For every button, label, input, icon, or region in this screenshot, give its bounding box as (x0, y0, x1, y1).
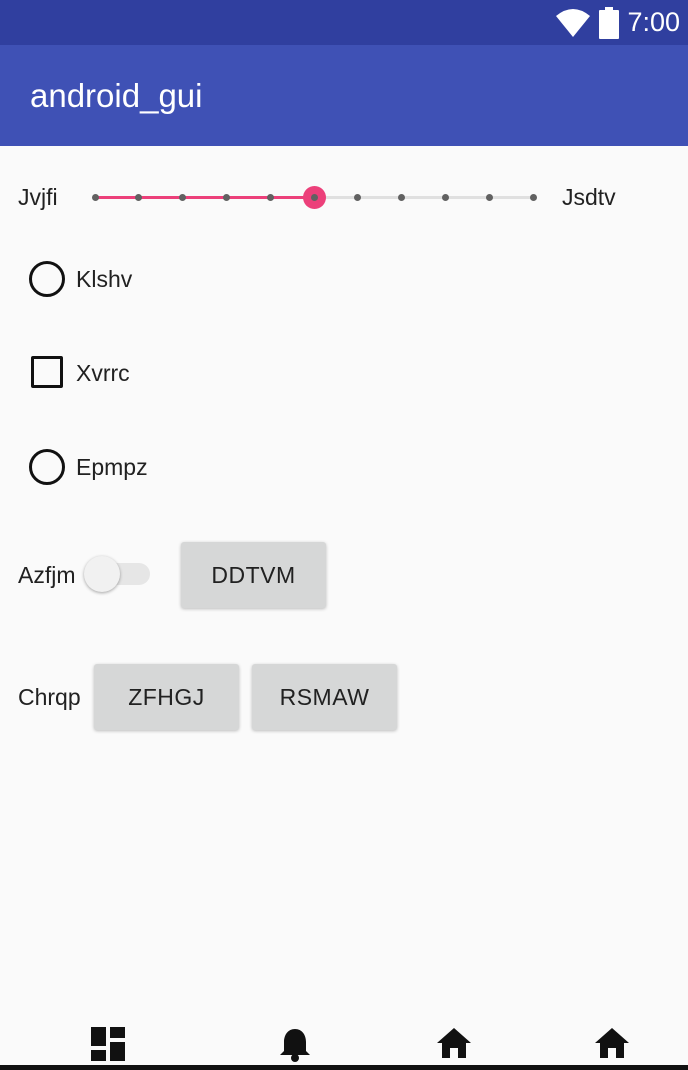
slider-tick (179, 194, 187, 201)
slider-tick (135, 194, 143, 201)
zfhgj-button[interactable]: ZFHGJ (94, 664, 239, 730)
app-bar: android_gui (0, 45, 688, 146)
discrete-slider[interactable] (91, 186, 537, 209)
slider-tick (266, 194, 274, 201)
wifi-icon (556, 8, 591, 37)
checkbox-label[interactable]: Xvrrc (76, 360, 130, 387)
radio-button[interactable] (29, 261, 65, 297)
slider-label-right: Jsdtv (562, 184, 616, 210)
status-bar: 7:00 (0, 0, 688, 45)
app-title: android_gui (30, 77, 203, 114)
button-row-label: Chrqp (18, 684, 81, 710)
slider-tick (398, 194, 406, 201)
bell-icon[interactable] (279, 1027, 311, 1063)
rsmaw-button[interactable]: RSMAW (252, 664, 397, 730)
battery-icon (599, 6, 620, 39)
slider-fill (95, 196, 314, 199)
status-icons: 7:00 (555, 0, 680, 45)
switch-label: Azfjm (18, 562, 76, 588)
radio-label[interactable]: Epmpz (76, 454, 148, 481)
slider-tick (354, 194, 362, 201)
bottom-divider (0, 1065, 688, 1070)
ddtvm-button[interactable]: DDTVM (181, 542, 326, 608)
slider-tick (441, 194, 449, 201)
slider-label-left: Jvjfi (18, 184, 58, 210)
dashboard-icon[interactable] (91, 1027, 125, 1061)
slider-thumb[interactable] (302, 186, 326, 209)
switch-thumb[interactable] (84, 556, 120, 592)
slider-tick (91, 194, 99, 201)
radio-button[interactable] (29, 449, 65, 485)
home-icon[interactable] (594, 1027, 630, 1059)
status-time: 7:00 (627, 7, 680, 37)
radio-label[interactable]: Klshv (76, 266, 132, 293)
slider-tick (529, 194, 537, 201)
checkbox[interactable] (31, 356, 63, 388)
slider-tick (485, 194, 493, 201)
slider-tick (222, 194, 230, 201)
home-icon[interactable] (436, 1027, 472, 1059)
